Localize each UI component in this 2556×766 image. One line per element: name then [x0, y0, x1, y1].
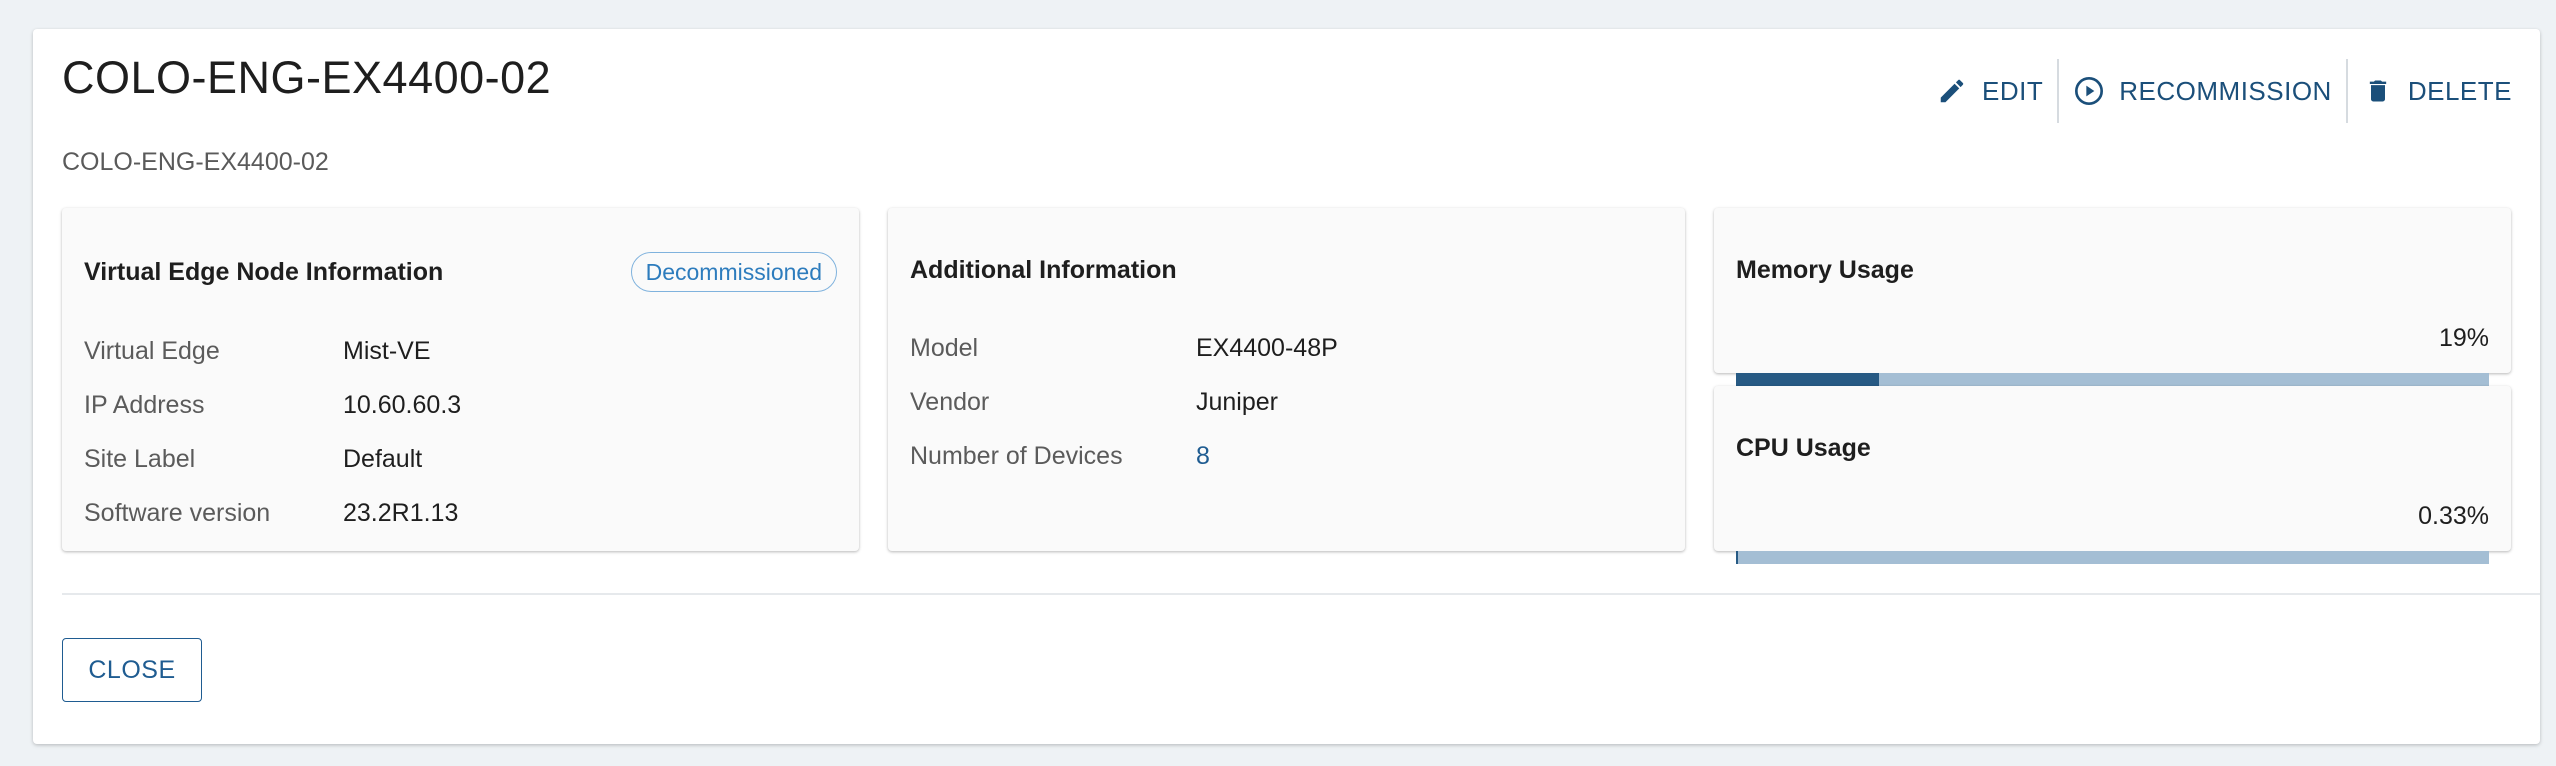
info-value: Mist-VE: [343, 337, 431, 365]
toolbar: EDIT RECOMMISSION DELETE: [1922, 59, 2526, 123]
info-label: Site Label: [84, 445, 196, 473]
edit-button[interactable]: EDIT: [1922, 59, 2057, 123]
info-label: Model: [910, 334, 979, 362]
footer-divider: [62, 593, 2540, 595]
info-row-site-label: Site Label Default: [84, 444, 837, 474]
info-row-software-version: Software version 23.2R1.13: [84, 498, 837, 528]
memory-usage-title: Memory Usage: [1736, 256, 1914, 284]
memory-usage-bar-fill: [1736, 373, 1879, 386]
cpu-usage-bar: [1736, 551, 2489, 564]
cpu-usage-bar-fill: [1736, 551, 1738, 564]
delete-label: DELETE: [2407, 75, 2512, 106]
info-label: Vendor: [910, 388, 990, 416]
cpu-usage-card: CPU Usage 0.33%: [1714, 386, 2511, 564]
info-row-number-of-devices: Number of Devices 8: [910, 441, 1663, 471]
info-row-ip-address: IP Address 10.60.60.3: [84, 390, 837, 420]
info-value: Default: [343, 445, 423, 473]
close-button[interactable]: CLOSE: [62, 638, 202, 702]
info-row-virtual-edge: Virtual Edge Mist-VE: [84, 336, 837, 366]
memory-usage-percent: 19%: [2438, 324, 2489, 352]
pencil-icon: [1936, 75, 1968, 107]
cpu-usage-percent: 0.33%: [2418, 502, 2489, 530]
info-label: Software version: [84, 499, 271, 527]
info-label: IP Address: [84, 391, 205, 419]
info-label: Number of Devices: [910, 442, 1123, 470]
info-value: 23.2R1.13: [343, 499, 459, 527]
play-circle-icon: [2073, 75, 2105, 107]
additional-info-card: Additional Information Model EX4400-48P …: [888, 208, 1685, 551]
info-value: 10.60.60.3: [343, 391, 462, 419]
cpu-usage-title: CPU Usage: [1736, 434, 1871, 462]
info-label: Virtual Edge: [84, 337, 220, 365]
memory-usage-card: Memory Usage 19%: [1714, 208, 2511, 386]
delete-button[interactable]: DELETE: [2348, 59, 2526, 123]
page-subtitle: COLO-ENG-EX4400-02: [62, 148, 329, 176]
info-row-vendor: Vendor Juniper: [910, 387, 1663, 417]
recommission-label: RECOMMISSION: [2119, 75, 2332, 106]
node-info-card: Virtual Edge Node Information Decommissi…: [62, 208, 859, 551]
edit-label: EDIT: [1982, 75, 2044, 106]
devices-count-link[interactable]: 8: [1196, 441, 1210, 471]
additional-info-title: Additional Information: [910, 256, 1177, 284]
node-info-title: Virtual Edge Node Information: [84, 258, 444, 286]
memory-usage-bar: [1736, 373, 2489, 386]
status-badge: Decommissioned: [630, 252, 837, 292]
info-row-model: Model EX4400-48P: [910, 333, 1663, 363]
recommission-button[interactable]: RECOMMISSION: [2059, 59, 2346, 123]
edge-node-dialog: COLO-ENG-EX4400-02 COLO-ENG-EX4400-02 ED…: [33, 29, 2540, 744]
trash-icon: [2362, 75, 2394, 107]
page-title: COLO-ENG-EX4400-02: [62, 52, 552, 103]
info-value: EX4400-48P: [1196, 334, 1338, 362]
info-value: Juniper: [1196, 388, 1278, 416]
